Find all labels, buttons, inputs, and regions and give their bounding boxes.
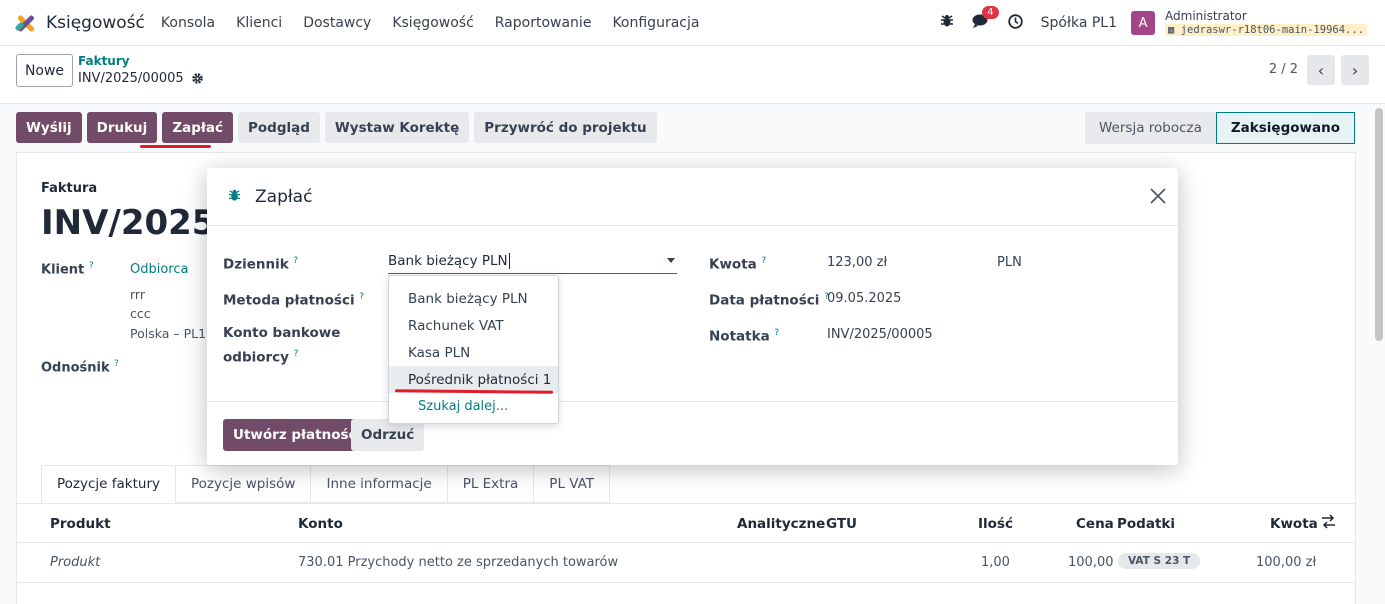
- record-name: INV/2025/00005: [78, 71, 184, 86]
- pay-button[interactable]: Zapłać: [162, 112, 233, 143]
- user-menu[interactable]: Administrator ▩ jedraswr-r18t06-main-199…: [1165, 9, 1367, 36]
- tab-invoice-lines[interactable]: Pozycje faktury: [41, 465, 176, 503]
- annotation-underline-pay: [140, 145, 211, 148]
- status-draft[interactable]: Wersja robocza: [1085, 112, 1216, 144]
- pager-value[interactable]: 2 / 2: [1269, 62, 1298, 77]
- close-icon[interactable]: [1150, 182, 1166, 210]
- journal-select[interactable]: Bank bieżący PLN: [388, 253, 677, 274]
- tab-other-info[interactable]: Inne informacje: [311, 465, 448, 503]
- gear-icon[interactable]: [191, 72, 204, 85]
- reset-to-draft-button[interactable]: Przywróć do projektu: [474, 112, 657, 143]
- memo-field[interactable]: INV/2025/00005: [827, 327, 933, 342]
- notification-badge: 4: [982, 6, 999, 19]
- debug-bug-icon[interactable]: [228, 189, 241, 206]
- tab-journal-items[interactable]: Pozycje wpisów: [176, 465, 312, 503]
- menu-dostawcy[interactable]: Dostawcy: [303, 15, 371, 31]
- reference-label: Odnośnik ?: [41, 359, 119, 376]
- payment-method-label: Metoda płatności ?: [223, 292, 365, 309]
- address-line: ccc: [130, 306, 151, 321]
- tab-pl-vat[interactable]: PL VAT: [534, 465, 611, 503]
- new-button[interactable]: Nowe: [16, 54, 73, 87]
- currency-field[interactable]: PLN: [997, 255, 1022, 270]
- menu-konsola[interactable]: Konsola: [161, 15, 215, 31]
- page-scrollbar[interactable]: [1375, 108, 1383, 341]
- action-buttons: Wyślij Drukuj Zapłać Podgląd Wystaw Kore…: [16, 112, 657, 143]
- row-quantity: 1,00: [981, 555, 1010, 570]
- journal-dropdown: Bank bieżący PLN Rachunek VAT Kasa PLN P…: [388, 275, 559, 424]
- col-amount[interactable]: Kwota: [1270, 516, 1318, 532]
- client-label: Klient ?: [41, 261, 94, 278]
- document-type: Faktura: [41, 181, 98, 196]
- chevron-down-icon[interactable]: [667, 258, 675, 263]
- tax-badge: VAT S 23 T: [1118, 553, 1201, 569]
- dropdown-option[interactable]: Rachunek VAT: [389, 312, 558, 339]
- menu-raportowanie[interactable]: Raportowanie: [495, 15, 592, 31]
- top-navbar: Księgowość Konsola Klienci Dostawcy Księ…: [0, 0, 1385, 46]
- address-line: rrr: [130, 287, 145, 302]
- menu-ksiegowosc[interactable]: Księgowość: [392, 15, 473, 31]
- dialog-title: Zapłać: [255, 187, 313, 207]
- pager-next-button[interactable]: ›: [1341, 55, 1369, 85]
- company-switcher[interactable]: Spółka PL1: [1041, 15, 1117, 31]
- row-account: 730.01 Przychody netto ze sprzedanych to…: [298, 555, 619, 570]
- dialog-header: Zapłać: [207, 168, 1178, 226]
- debug-bug-icon[interactable]: [940, 14, 954, 32]
- col-product[interactable]: Produkt: [50, 516, 111, 532]
- col-account[interactable]: Konto: [298, 516, 343, 532]
- notebook-tabs: Pozycje faktury Pozycje wpisów Inne info…: [41, 465, 611, 503]
- dropdown-option[interactable]: Kasa PLN: [389, 339, 558, 366]
- row-price: 100,00: [1068, 555, 1114, 570]
- create-payment-button[interactable]: Utwórz płatność: [223, 419, 367, 451]
- database-name: ▩ jedraswr-r18t06-main-19964...: [1165, 23, 1367, 36]
- table-row[interactable]: Produkt 730.01 Przychody netto ze sprzed…: [17, 543, 1355, 583]
- control-panel: Nowe Faktury INV/2025/00005 2 / 2 ‹ ›: [0, 46, 1385, 104]
- user-name: Administrator: [1165, 9, 1247, 24]
- payment-dialog: Zapłać Dziennik ? Bank bieżący PLN Metod…: [207, 168, 1178, 465]
- amount-field[interactable]: 123,00 zł: [827, 255, 887, 270]
- status-posted[interactable]: Zaksięgowano: [1215, 112, 1355, 144]
- client-link[interactable]: Odbiorca: [130, 262, 188, 277]
- activity-clock-icon[interactable]: [1007, 13, 1023, 33]
- search-more-link[interactable]: Szukaj dalej...: [389, 393, 558, 420]
- breadcrumb-parent[interactable]: Faktury: [78, 54, 130, 68]
- dialog-footer: Utwórz płatność Odrzuć: [207, 401, 1178, 465]
- menu-klienci[interactable]: Klienci: [236, 15, 282, 31]
- payment-date-label: Data płatności ?: [709, 292, 829, 309]
- journal-value: Bank bieżący PLN: [388, 253, 508, 269]
- memo-label: Notatka ?: [709, 328, 780, 345]
- menu-konfiguracja[interactable]: Konfiguracja: [612, 15, 699, 31]
- col-analytic[interactable]: Analityczne: [737, 516, 825, 532]
- chat-icon[interactable]: 4: [972, 6, 999, 32]
- breadcrumb-current: INV/2025/00005: [78, 71, 204, 86]
- credit-note-button[interactable]: Wystaw Korektę: [324, 112, 470, 143]
- user-avatar[interactable]: A: [1131, 11, 1156, 35]
- status-bar: Wersja robocza Zaksięgowano: [1085, 112, 1355, 144]
- app-logo-icon[interactable]: [14, 12, 36, 34]
- amount-label: Kwota ?: [709, 256, 767, 273]
- col-quantity[interactable]: Ilość: [978, 516, 1013, 532]
- preview-button[interactable]: Podgląd: [238, 112, 320, 143]
- pager-previous-button[interactable]: ‹: [1307, 55, 1335, 85]
- col-gtu[interactable]: GTU: [826, 516, 857, 532]
- send-button[interactable]: Wyślij: [16, 112, 82, 143]
- row-product: Produkt: [50, 555, 101, 570]
- app-name[interactable]: Księgowość: [46, 13, 145, 33]
- col-taxes[interactable]: Podatki: [1117, 516, 1175, 532]
- bank-account-label: Konto bankowe odbiorcy ?: [223, 325, 341, 366]
- row-amount: 100,00 zł: [1256, 555, 1317, 570]
- address-line: Polska – PL1: [130, 326, 207, 341]
- journal-label: Dziennik ?: [223, 256, 299, 273]
- payment-date-field[interactable]: 09.05.2025: [827, 291, 901, 306]
- col-price[interactable]: Cena: [1076, 516, 1114, 532]
- tab-pl-extra[interactable]: PL Extra: [447, 465, 535, 503]
- optional-columns-icon[interactable]: [1321, 514, 1336, 533]
- table-header: Produkt Konto Analityczne GTU Ilość Cena…: [17, 503, 1355, 543]
- dropdown-option[interactable]: Bank bieżący PLN: [389, 285, 558, 312]
- print-button[interactable]: Drukuj: [86, 112, 158, 143]
- invoice-number-title: INV/2025/0: [41, 203, 216, 243]
